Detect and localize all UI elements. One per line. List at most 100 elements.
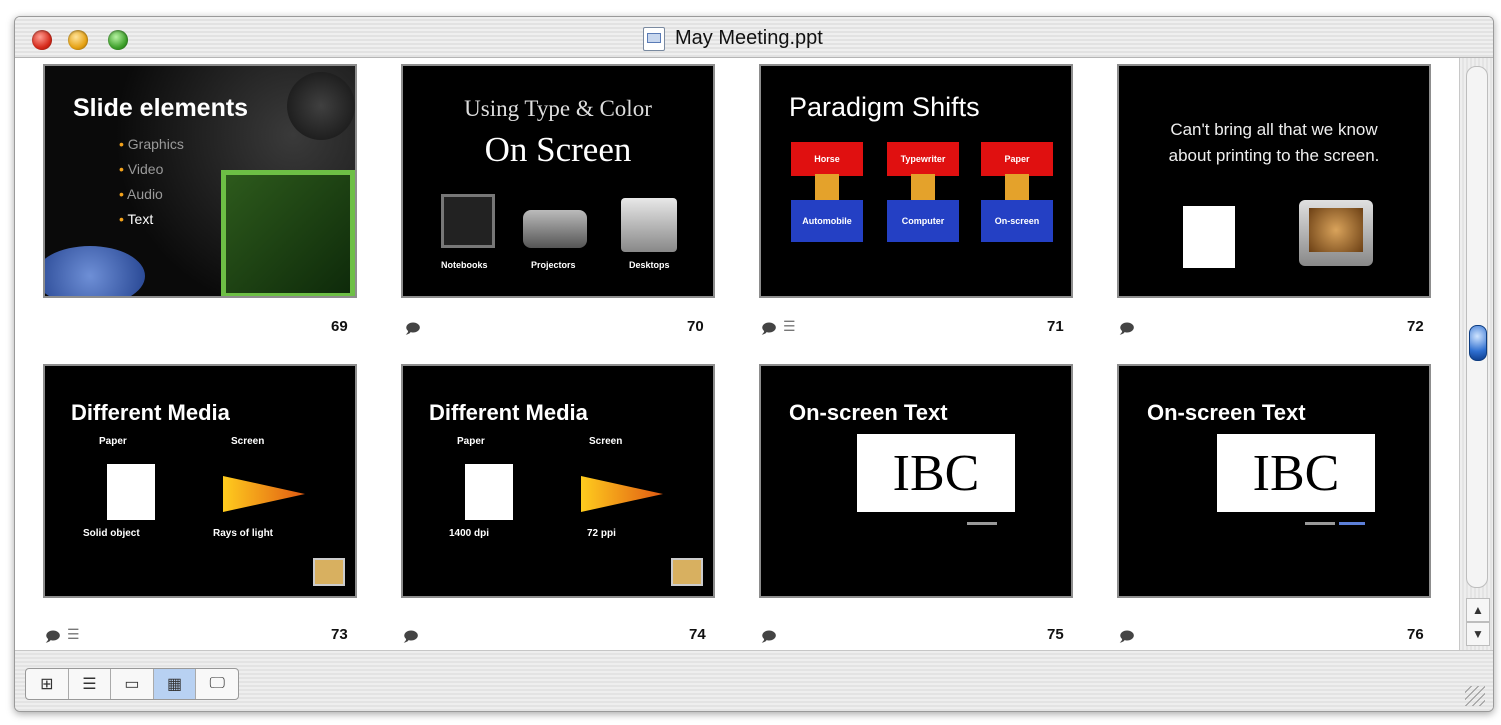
slide-sorter-area: Slide elements • Graphics • Video • Audi…	[15, 58, 1459, 650]
graphic-label: Notebooks	[441, 260, 488, 270]
slide-number: 69	[331, 318, 348, 335]
projector-graphic	[523, 210, 587, 248]
slide-title: Slide elements	[73, 94, 249, 122]
speaker-note-icon: 🗩	[1119, 628, 1135, 644]
outline-view-button[interactable]: ☰	[69, 669, 112, 699]
slide-text: Can't bring all that we know	[1170, 120, 1378, 139]
outline-view-icon: ☰	[82, 676, 97, 693]
paradigm-box: Typewriter	[887, 142, 959, 176]
slide-image[interactable]: Can't bring all that we know about print…	[1117, 64, 1431, 298]
scroll-down-arrow-icon[interactable]: ▼	[1466, 622, 1490, 646]
zoom-button[interactable]	[108, 30, 128, 50]
speaker-note-icon: 🗩	[761, 628, 777, 644]
caption: Rays of light	[213, 528, 274, 539]
slide-title: On-screen Text	[789, 400, 948, 425]
slide-image[interactable]: Paradigm Shifts Horse Typewriter Paper A…	[759, 64, 1073, 298]
list-icon: ☰	[783, 318, 796, 334]
normal-view-button[interactable]: ⊞	[26, 669, 69, 699]
column-label: Screen	[589, 436, 623, 447]
media-icon	[671, 558, 703, 586]
caption: 72 ppi	[587, 528, 616, 539]
down-arrow-icon	[815, 174, 839, 202]
view-toolbar: ⊞ ☰ ▭ ▦ 🖵	[15, 650, 1493, 711]
desktop-graphic	[621, 198, 677, 252]
slide-title: Different Media	[429, 400, 588, 425]
reel-graphic	[45, 246, 145, 296]
slide-title: On-screen Text	[1147, 400, 1306, 425]
paradigm-box: Paper	[981, 142, 1053, 176]
paper-graphic	[465, 464, 513, 520]
scroll-track[interactable]	[1466, 66, 1488, 588]
vertical-scrollbar[interactable]: ▲ ▼	[1459, 58, 1493, 650]
caption: 1400 dpi	[449, 528, 490, 539]
slide-image[interactable]: On-screen Text IBC	[759, 364, 1073, 598]
slide-sorter-view-button[interactable]: ▦	[153, 669, 197, 699]
bullet-item: • Video	[119, 161, 164, 177]
normal-view-icon: ⊞	[40, 676, 54, 693]
speaker-note-icon: 🗩	[45, 628, 61, 644]
slide-view-button[interactable]: ▭	[111, 669, 154, 699]
view-button-group: ⊞ ☰ ▭ ▦ 🖵	[25, 668, 239, 700]
paradigm-box: On-screen	[981, 200, 1053, 242]
slide-image[interactable]: Using Type & Color On Screen Notebooks P…	[401, 64, 715, 298]
presentation-window: May Meeting.ppt Slide elements • Graphic…	[14, 16, 1494, 712]
graphic-label: Projectors	[531, 260, 576, 270]
bullet-item: • Audio	[119, 186, 163, 202]
column-label: Screen	[231, 436, 265, 447]
scroll-thumb[interactable]	[1469, 325, 1487, 361]
close-button[interactable]	[32, 30, 52, 50]
slide-number: 75	[1047, 626, 1064, 643]
text-box: IBC	[857, 434, 1015, 512]
paper-graphic	[1183, 206, 1235, 268]
title-bar[interactable]: May Meeting.ppt	[15, 17, 1493, 58]
slide-number: 71	[1047, 318, 1064, 335]
slide-number: 73	[331, 626, 348, 643]
slide-title: On Screen	[484, 130, 632, 169]
bullet-item: • Text	[119, 211, 154, 227]
scroll-up-arrow-icon[interactable]: ▲	[1466, 598, 1490, 622]
speaker-note-icon: 🗩	[761, 320, 777, 336]
paradigm-box: Computer	[887, 200, 959, 242]
text-pennant-graphic	[581, 476, 663, 512]
paper-graphic	[107, 464, 155, 520]
dog-photo	[1309, 208, 1363, 252]
slide-image[interactable]: Slide elements • Graphics • Video • Audi…	[43, 64, 357, 298]
speaker-note-icon: 🗩	[1119, 320, 1135, 336]
slide-subtitle: Using Type & Color	[464, 96, 652, 121]
slide-view-icon: ▭	[124, 676, 140, 693]
resize-grip-icon[interactable]	[1465, 686, 1485, 706]
paradigm-box: Automobile	[791, 200, 863, 242]
speaker-note-icon: 🗩	[403, 628, 419, 644]
down-arrow-icon	[1005, 174, 1029, 202]
film-graphic	[221, 170, 355, 296]
tiny-caption	[1305, 522, 1335, 525]
media-icon	[313, 558, 345, 586]
slide-number: 70	[687, 318, 704, 335]
minimize-button[interactable]	[68, 30, 88, 50]
slide-number: 74	[689, 626, 706, 643]
slide-number: 76	[1407, 626, 1424, 643]
column-label: Paper	[99, 436, 127, 447]
slide-title: Different Media	[71, 400, 230, 425]
tiny-caption	[967, 522, 997, 525]
document-icon	[643, 27, 665, 51]
slide-image[interactable]: Different Media Paper Screen Solid objec…	[43, 364, 357, 598]
slide-image[interactable]: Different Media Paper Screen 1400 dpi 72…	[401, 364, 715, 598]
down-arrow-icon	[911, 174, 935, 202]
slide-text: about printing to the screen.	[1168, 146, 1380, 165]
column-label: Paper	[457, 436, 485, 447]
bullet-item: • Graphics	[119, 136, 184, 152]
slide-show-button[interactable]: 🖵	[196, 669, 238, 699]
paradigm-box: Horse	[791, 142, 863, 176]
slide-title: Paradigm Shifts	[789, 92, 980, 122]
slide-number: 72	[1407, 318, 1424, 335]
text-pennant-graphic	[223, 476, 305, 512]
slide-show-icon: 🖵	[209, 675, 225, 692]
notebook-graphic	[441, 194, 495, 248]
reel-graphic	[287, 72, 355, 140]
window-title: May Meeting.ppt	[675, 27, 823, 49]
caption: Solid object	[83, 528, 140, 539]
slide-image[interactable]: On-screen Text IBC	[1117, 364, 1431, 598]
list-icon: ☰	[67, 626, 80, 642]
graphic-label: Desktops	[629, 260, 670, 270]
